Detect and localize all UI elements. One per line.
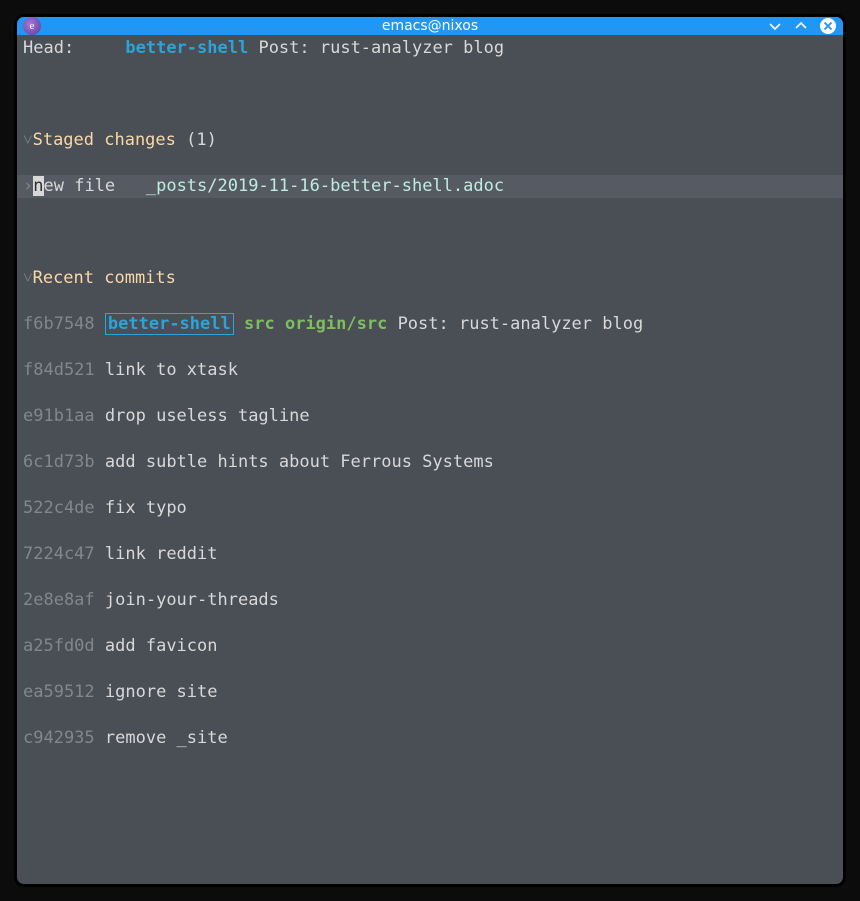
commit-hash: f84d521 [23,360,95,380]
chevron-down-icon: ˅ [23,268,33,288]
head-line: Head: better-shell Post: rust-analyzer b… [23,37,837,60]
commit-line[interactable]: a25fd0d add favicon [23,635,837,658]
head-message: Post: rust-analyzer blog [258,38,504,58]
commit-branch: better-shell [105,313,234,335]
staged-file: _posts/2019-11-16-better-shell.adoc [146,176,504,196]
titlebar: e emacs@nixos [17,17,843,35]
commit-line[interactable]: ea59512 ignore site [23,681,837,704]
commit-hash: 522c4de [23,498,95,518]
commit-hash: ea59512 [23,682,95,702]
commit-hash: f6b7548 [23,314,95,334]
commit-line[interactable]: 7224c47 link reddit [23,543,837,566]
maximize-icon[interactable] [793,18,809,34]
chevron-right-icon: › [23,176,33,196]
magit-buffer[interactable]: Head: better-shell Post: rust-analyzer b… [17,35,843,887]
commit-line[interactable]: f84d521 link to xtask [23,359,837,382]
emacs-window: e emacs@nixos Head: better-shell Post: r… [14,14,846,887]
staged-file-line[interactable]: ›new file _posts/2019-11-16-better-shell… [17,175,843,198]
commit-line[interactable]: e91b1aa drop useless tagline [23,405,837,428]
close-icon[interactable] [819,17,837,35]
commit-line[interactable]: 6c1d73b add subtle hints about Ferrous S… [23,451,837,474]
commit-line[interactable]: c942935 remove _site [23,727,837,750]
commit-line[interactable]: 522c4de fix typo [23,497,837,520]
commit-line[interactable]: f6b7548 better-shell src origin/src Post… [23,313,837,336]
commit-hash: 7224c47 [23,544,95,564]
commit-hash: c942935 [23,728,95,748]
cursor: n [33,176,43,196]
window-title: emacs@nixos [17,18,843,34]
commit-hash: a25fd0d [23,636,95,656]
minimize-icon[interactable] [767,18,783,34]
chevron-down-icon: ˅ [23,130,33,150]
commit-hash: e91b1aa [23,406,95,426]
head-branch: better-shell [125,38,248,58]
commit-line[interactable]: 2e8e8af join-your-threads [23,589,837,612]
emacs-icon: e [23,17,41,35]
recent-heading[interactable]: ˅Recent commits [23,267,837,290]
staged-heading[interactable]: ˅Staged changes (1) [23,129,837,152]
commit-hash: 2e8e8af [23,590,95,610]
commit-hash: 6c1d73b [23,452,95,472]
